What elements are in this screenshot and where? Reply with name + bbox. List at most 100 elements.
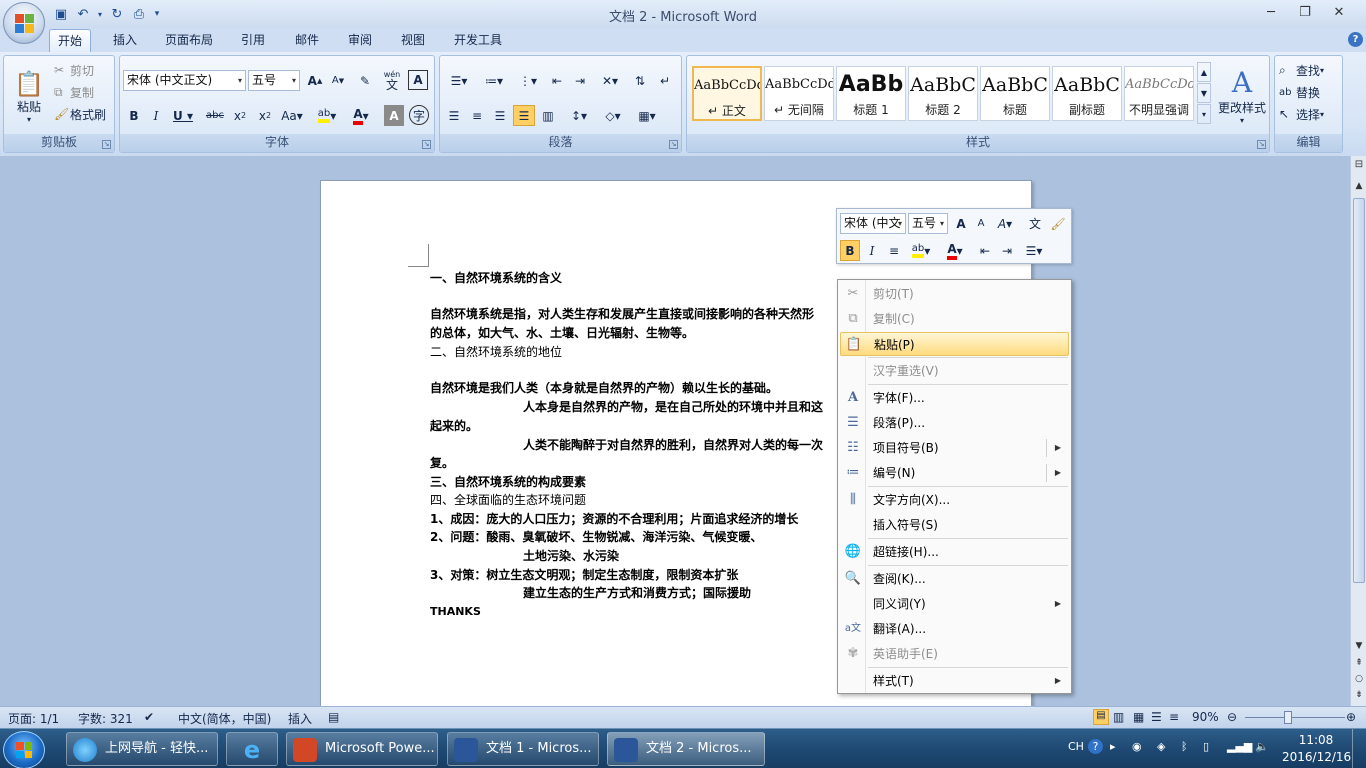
style-normal[interactable]: AaBbCcDd ↵ 正文 [692,66,762,121]
style-no-spacing[interactable]: AaBbCcDd ↵ 无间隔 [764,66,834,121]
superscript-icon[interactable]: x2 [254,105,276,126]
bluetooth-icon[interactable]: ᛒ [1181,740,1188,753]
menu-item-research[interactable]: 🔍 查阅(K)... [840,567,1069,591]
input-language[interactable]: CH [1068,740,1084,753]
shrink-font-icon[interactable]: A [972,213,990,234]
usb-icon[interactable]: ▯ [1203,740,1209,753]
highlight-icon[interactable]: ab ▾ [906,240,936,261]
web-layout-icon[interactable]: ▦ [1133,710,1144,724]
asian-layout-icon[interactable]: ✕▾ [595,70,625,91]
change-styles-button[interactable]: A 更改样式 ▾ [1214,59,1270,131]
menu-item-insert-symbol[interactable]: 插入符号(S) [840,513,1069,537]
enclose-char-icon[interactable]: 字 [409,105,429,125]
bullets-icon[interactable]: ☰▾ [443,70,475,91]
menu-item-text-direction[interactable]: ⫼ 文字方向(X)... [840,488,1069,512]
decrease-indent-icon[interactable]: ⇤ [546,70,568,91]
dialog-launcher-icon[interactable]: ↘ [1257,140,1266,149]
decrease-indent-icon[interactable]: ⇤ [975,240,995,261]
network-icon[interactable]: ▂▄▆ [1227,740,1252,753]
ime-help-icon[interactable]: ? [1088,739,1103,754]
tab-home[interactable]: 开始 [49,29,92,52]
find-button[interactable]: ⌕ 查找 ▾ [1279,60,1324,80]
menu-item-cut[interactable]: ✂ 剪切(T) [840,282,1069,306]
word-count[interactable]: 字数: 321 [78,710,133,727]
italic-icon[interactable]: I [146,105,166,126]
tab-page-layout[interactable]: 页面布局 [157,29,221,52]
phonetic-guide-button[interactable]: wén 文 [381,68,403,92]
proofing-icon[interactable]: ✔ [144,710,154,724]
full-screen-reading-icon[interactable]: ▥ [1113,710,1124,724]
tab-view[interactable]: 视图 [393,29,433,52]
taskbar-item-word-doc2[interactable]: 文档 2 - Micros... [607,732,765,766]
copy-button[interactable]: ⧉ 复制 [54,82,94,102]
menu-item-hyperlink[interactable]: 🌐 超链接(H)... [840,540,1069,564]
volume-icon[interactable]: 🔈 [1255,740,1269,753]
language-status[interactable]: 中文(简体，中国) [178,710,271,727]
tab-developer[interactable]: 开发工具 [446,29,510,52]
mini-font-select[interactable]: 宋体 (中文 ▾ [840,213,906,234]
tab-references[interactable]: 引用 [233,29,273,52]
tab-mailings[interactable]: 邮件 [287,29,327,52]
tab-review[interactable]: 审阅 [340,29,380,52]
justify-icon[interactable]: ☰ [513,105,535,126]
menu-item-reconvert[interactable]: 汉字重选(V) [840,359,1069,383]
distributed-icon[interactable]: ▥ [537,105,559,126]
office-button[interactable] [3,2,45,44]
outline-view-icon[interactable]: ☰ [1151,710,1162,724]
browse-object-icon[interactable]: ○ [1351,674,1366,684]
menu-item-numbering[interactable]: ≔ 编号(N) ▶ [840,461,1069,485]
bullets-icon[interactable]: ☰▾ [1020,240,1048,261]
scroll-down-icon[interactable]: ▼ [1351,641,1366,651]
show-marks-icon[interactable]: ↵ [654,70,676,91]
clock-date[interactable]: 2016/12/16 [1282,750,1351,764]
grow-font-icon[interactable]: A ▲ [305,70,325,91]
print-layout-icon[interactable]: ▤ [1093,709,1109,725]
zoom-in-icon[interactable]: ⊕ [1346,710,1356,724]
multilevel-list-icon[interactable]: ⋮▾ [512,70,544,91]
font-size-select[interactable]: 五号 ▾ [248,70,300,91]
menu-item-synonyms[interactable]: 同义词(Y) ▶ [840,592,1069,616]
borders-icon[interactable]: ▦▾ [632,105,662,126]
increase-indent-icon[interactable]: ⇥ [997,240,1017,261]
ime-icon[interactable]: ▸ [1110,740,1116,753]
macro-record-icon[interactable]: ▤ [328,710,339,724]
menu-item-english-assistant[interactable]: ✾ 英语助手(E) [840,642,1069,666]
grow-font-icon[interactable]: A [951,213,971,234]
clock-time[interactable]: 11:08 [1292,733,1340,747]
zoom-level[interactable]: 90% [1192,710,1219,724]
scroll-up-icon[interactable]: ▲ [1351,181,1366,191]
paste-button[interactable]: 📋 粘贴 ▾ [7,59,51,135]
box-icon[interactable]: ◈ [1157,740,1165,753]
page-count[interactable]: 页面: 1/1 [8,710,59,727]
menu-item-paragraph[interactable]: ☰ 段落(P)... [840,411,1069,435]
font-name-select[interactable]: 宋体 (中文正文) ▾ [123,70,246,91]
bold-icon[interactable]: B [840,240,860,261]
underline-icon[interactable]: U ▾ [169,105,197,126]
sort-icon[interactable]: ⇅ [629,70,651,91]
show-desktop-button[interactable] [1352,729,1366,768]
vertical-scrollbar[interactable]: ⊟ ▲ ▼ ⇞ ○ ⇟ [1350,156,1366,706]
char-shading-icon[interactable]: A [384,105,404,126]
brush-icon[interactable]: 🖌 [1048,213,1068,234]
mini-size-select[interactable]: 五号 ▾ [908,213,948,234]
styles-scroll-down-icon[interactable]: ▼ [1197,83,1211,103]
zoom-slider-thumb[interactable] [1284,711,1292,724]
align-center-icon[interactable]: ≡ [466,105,488,126]
style-heading-2[interactable]: AaBbC 标题 2 [908,66,978,121]
styles-icon[interactable]: A▾ [992,213,1018,234]
taskbar-item-powerpoint[interactable]: Microsoft Powe... [286,732,438,766]
dialog-launcher-icon[interactable]: ↘ [422,140,431,149]
taskbar-item-browser[interactable]: 上网导航 - 轻快... [66,732,218,766]
menu-item-copy[interactable]: ⧉ 复制(C) [840,307,1069,331]
menu-item-bullets[interactable]: ☷ 项目符号(B) ▶ [840,436,1069,460]
shading-icon[interactable]: ◇▾ [598,105,628,126]
select-button[interactable]: ↖ 选择 ▾ [1279,104,1324,124]
phonetic-icon[interactable]: 文 [1024,213,1046,234]
increase-indent-icon[interactable]: ⇥ [569,70,591,91]
zoom-out-icon[interactable]: ⊖ [1227,710,1237,724]
minimize-icon[interactable]: ─ [1254,0,1288,24]
restore-icon[interactable]: ❐ [1288,0,1322,24]
format-painter-button[interactable]: 🖌 格式刷 [54,104,106,124]
char-border-icon[interactable]: A [408,70,428,90]
shrink-font-icon[interactable]: A ▼ [328,70,348,91]
